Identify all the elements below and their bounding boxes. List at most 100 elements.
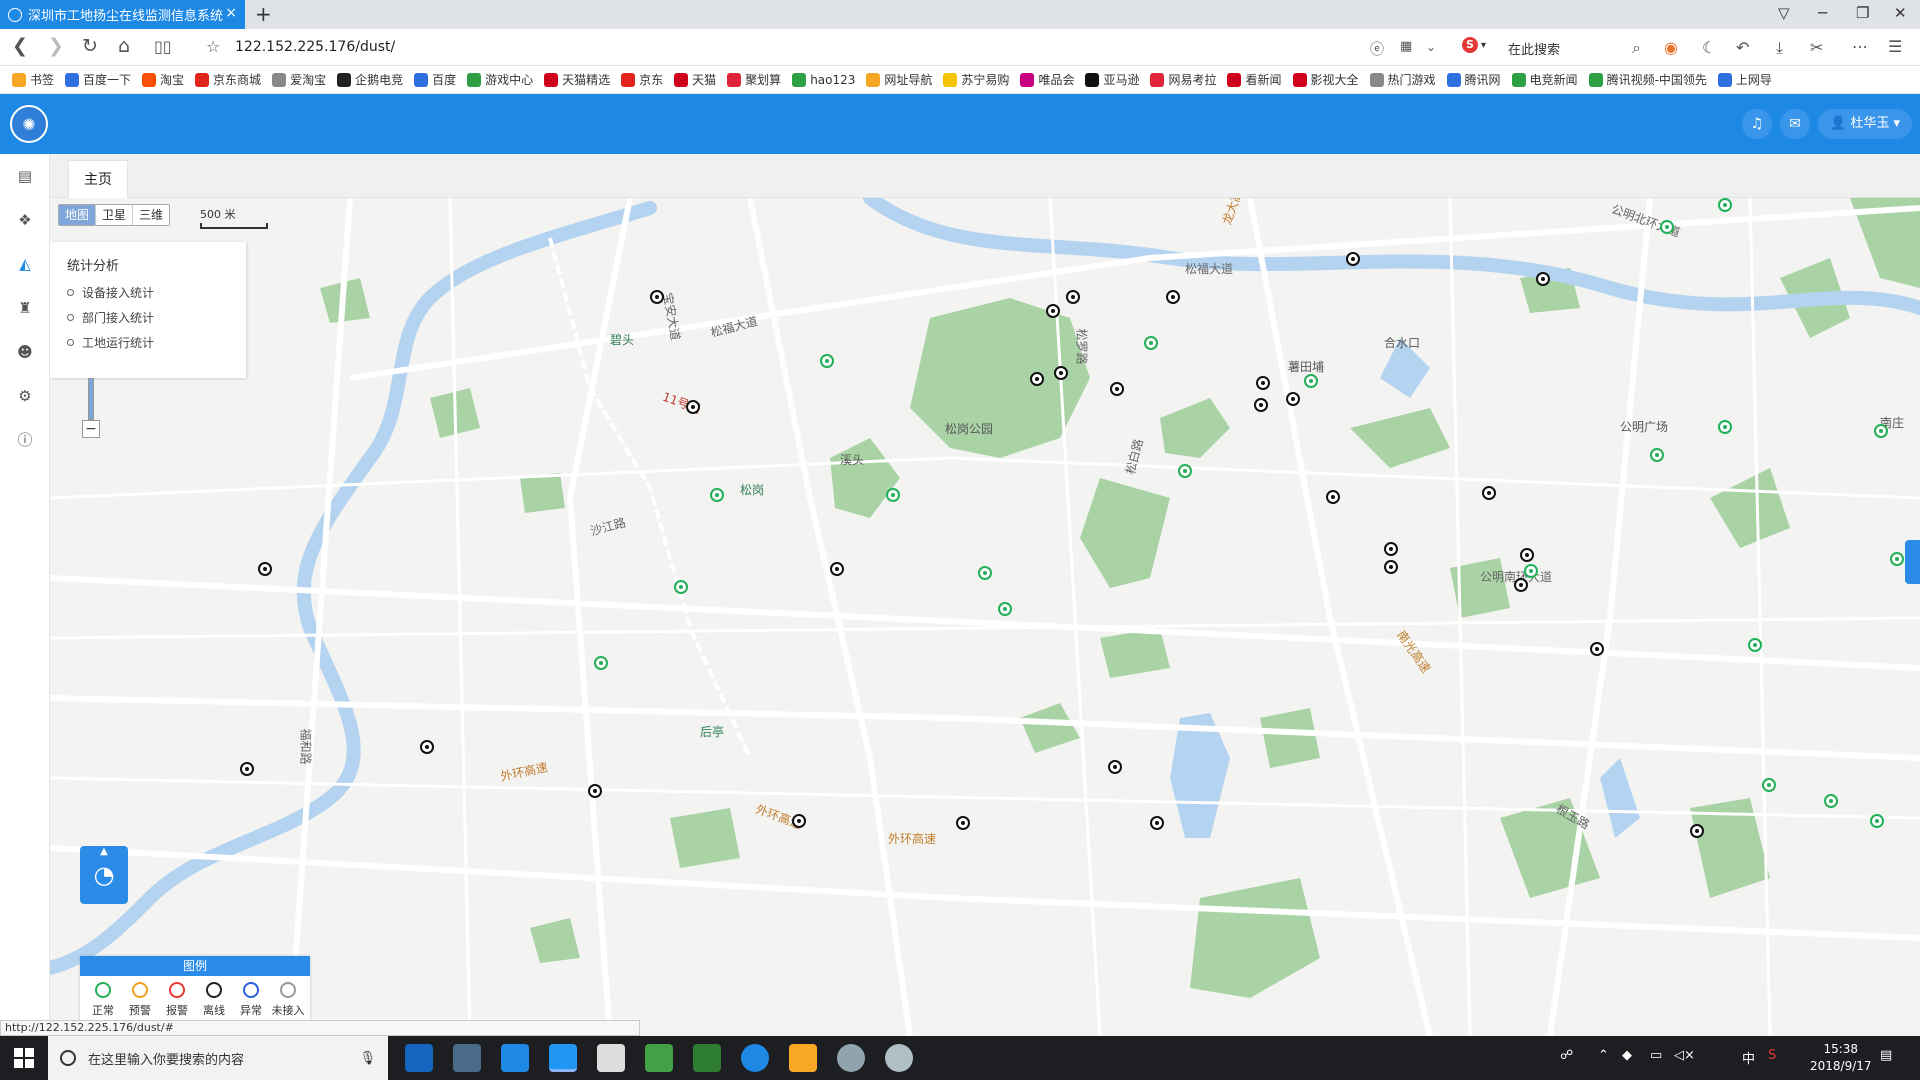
site-marker-normal[interactable]: [1874, 424, 1888, 438]
network-app-icon[interactable]: [741, 1044, 769, 1072]
new-tab-button[interactable]: +: [255, 2, 272, 26]
site-marker-offline[interactable]: [420, 740, 434, 754]
site-marker-offline[interactable]: [1166, 290, 1180, 304]
volume-icon[interactable]: ◁×: [1674, 1048, 1695, 1063]
bookmark-item[interactable]: 爱淘宝: [272, 71, 326, 88]
site-marker-normal[interactable]: [1660, 220, 1674, 234]
site-marker-normal[interactable]: [594, 656, 608, 670]
bookmark-item[interactable]: 百度: [414, 71, 456, 88]
bookmark-item[interactable]: 天猫精选: [544, 71, 610, 88]
site-marker-normal[interactable]: [1870, 814, 1884, 828]
tray-app-icon[interactable]: ◆: [1622, 1048, 1632, 1063]
bookmark-item[interactable]: 京东商城: [195, 71, 261, 88]
search-icon[interactable]: ⌕: [1632, 38, 1641, 58]
download-icon[interactable]: ⤓: [1776, 38, 1783, 58]
menu-item-dept-stats[interactable]: 部门接入统计: [67, 309, 154, 326]
search-input[interactable]: 在此搜索: [1508, 39, 1560, 58]
site-marker-offline[interactable]: [1384, 560, 1398, 574]
site-marker-offline[interactable]: [1254, 398, 1268, 412]
site-marker-offline[interactable]: [1256, 376, 1270, 390]
site-marker-offline[interactable]: [1482, 486, 1496, 500]
more-icon[interactable]: ⋯: [1852, 37, 1868, 56]
site-marker-offline[interactable]: [1514, 578, 1528, 592]
ie-icon[interactable]: [501, 1044, 529, 1072]
taskbar-search-box[interactable]: 在这里输入你要搜索的内容 🎙: [48, 1036, 388, 1080]
site-marker-normal[interactable]: [1890, 552, 1904, 566]
reading-mode-icon[interactable]: ▯▯: [154, 37, 172, 56]
bookmark-item[interactable]: 亚马逊: [1085, 71, 1139, 88]
browser-tab-active[interactable]: 深圳市工地扬尘在线监测信息系统 ×: [0, 0, 245, 29]
taskbar-clock[interactable]: 15:38 2018/9/17: [1810, 1041, 1872, 1075]
bookmark-item[interactable]: 热门游戏: [1369, 71, 1436, 88]
undo-icon[interactable]: ↶: [1736, 38, 1749, 57]
bookmark-item[interactable]: 影视大全: [1292, 71, 1359, 88]
microphone-icon[interactable]: 🎙: [359, 1051, 376, 1066]
sogou-ime-icon[interactable]: S: [1768, 1048, 1776, 1063]
cubes-icon[interactable]: ❖: [13, 208, 37, 232]
site-marker-offline[interactable]: [258, 562, 272, 576]
search-engine-selector[interactable]: S ▾: [1462, 37, 1486, 53]
bell-icon[interactable]: ♫: [1742, 109, 1772, 139]
ime-indicator[interactable]: 中: [1742, 1048, 1755, 1067]
paint-app-icon[interactable]: [837, 1044, 865, 1072]
area-chart-icon[interactable]: ◭: [13, 252, 37, 276]
site-marker-offline[interactable]: [1286, 392, 1300, 406]
favorite-star-icon[interactable]: ☆: [206, 37, 220, 56]
menu-item-site-stats[interactable]: 工地运行统计: [67, 334, 154, 351]
site-marker-offline[interactable]: [1690, 824, 1704, 838]
windows-start-icon[interactable]: [14, 1048, 34, 1068]
chevron-down-icon[interactable]: ⌄: [1426, 40, 1436, 54]
mail-app-icon[interactable]: [597, 1044, 625, 1072]
home-icon[interactable]: ⌂: [118, 35, 130, 57]
scissors-icon[interactable]: ✂: [1810, 38, 1823, 57]
bookmark-item[interactable]: hao123: [792, 72, 855, 87]
site-marker-offline[interactable]: [1536, 272, 1550, 286]
stamp-icon[interactable]: ♜: [13, 296, 37, 320]
zoom-slider-track[interactable]: [88, 378, 94, 420]
bookmark-item[interactable]: 百度一下: [65, 71, 131, 88]
iqiyi-icon[interactable]: [645, 1044, 673, 1072]
site-marker-offline[interactable]: [1384, 542, 1398, 556]
site-marker-normal[interactable]: [1178, 464, 1192, 478]
tab-close-icon[interactable]: ×: [225, 5, 237, 21]
menu-item-device-stats[interactable]: 设备接入统计: [67, 284, 154, 301]
site-marker-normal[interactable]: [1748, 638, 1762, 652]
site-marker-normal[interactable]: [998, 602, 1012, 616]
site-marker-offline[interactable]: [956, 816, 970, 830]
site-marker-normal[interactable]: [674, 580, 688, 594]
map-icon[interactable]: ▤: [13, 164, 37, 188]
night-mode-icon[interactable]: ☾: [1702, 38, 1716, 57]
site-marker-offline[interactable]: [1030, 372, 1044, 386]
bookmark-item[interactable]: 聚划算: [727, 71, 781, 88]
window-close-icon[interactable]: ✕: [1894, 4, 1907, 22]
tab-home[interactable]: 主页: [68, 160, 128, 198]
site-marker-normal[interactable]: [1650, 448, 1664, 462]
site-marker-offline[interactable]: [1054, 366, 1068, 380]
chevron-up-icon[interactable]: ⌃: [1598, 1048, 1609, 1063]
bookmark-item[interactable]: 苏宁易购: [943, 71, 1009, 88]
logo-icon[interactable]: ✺: [10, 105, 48, 143]
site-marker-normal[interactable]: [1762, 778, 1776, 792]
bookmark-item[interactable]: 网易考拉: [1150, 71, 1216, 88]
url-field[interactable]: 122.152.225.176/dust/: [235, 39, 395, 55]
bookmark-item[interactable]: 京东: [621, 71, 663, 88]
site-marker-normal[interactable]: [978, 566, 992, 580]
zoom-out-button[interactable]: −: [82, 420, 100, 438]
notification-icon[interactable]: ▤: [1880, 1048, 1892, 1063]
menu-icon[interactable]: ☰: [1888, 37, 1902, 56]
site-marker-offline[interactable]: [650, 290, 664, 304]
bookmark-item[interactable]: 企鹅电竞: [337, 71, 403, 88]
site-marker-offline[interactable]: [1046, 304, 1060, 318]
bookmark-item[interactable]: 电竞新闻: [1511, 71, 1578, 88]
site-marker-offline[interactable]: [1110, 382, 1124, 396]
browser-app-icon[interactable]: [549, 1044, 577, 1072]
bookmark-item[interactable]: 唯品会: [1020, 71, 1074, 88]
bookmark-item[interactable]: 淘宝: [142, 71, 184, 88]
site-marker-offline[interactable]: [1066, 290, 1080, 304]
site-marker-offline[interactable]: [240, 762, 254, 776]
restore-icon[interactable]: ❐: [1856, 4, 1869, 22]
site-marker-offline[interactable]: [1520, 548, 1534, 562]
person-icon[interactable]: ☍: [1560, 1048, 1573, 1063]
qr-code-icon[interactable]: ▦: [1400, 39, 1412, 54]
right-panel-toggle[interactable]: [1905, 540, 1920, 584]
